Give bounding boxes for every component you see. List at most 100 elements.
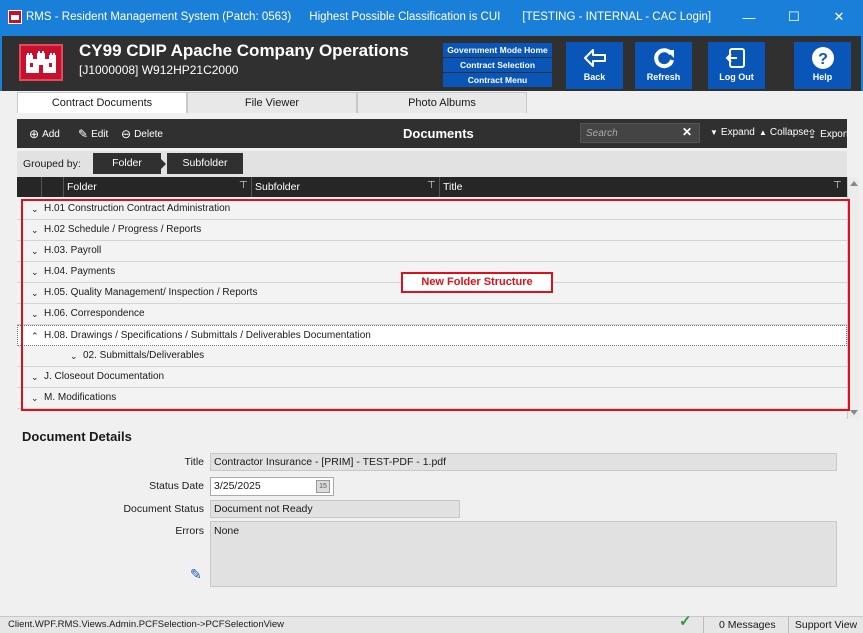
tab-photo-albums[interactable]: Photo Albums bbox=[357, 92, 527, 113]
delete-button[interactable]: ⊖ Delete bbox=[121, 127, 163, 141]
group-row[interactable]: ⌄ M. Modifications bbox=[17, 388, 847, 409]
calendar-icon[interactable]: 15 bbox=[316, 480, 330, 493]
annotation-callout: New Folder Structure bbox=[401, 272, 553, 293]
contract-id: [J1000008] W912HP21C2000 bbox=[79, 63, 239, 77]
chevron-down-icon[interactable]: ⌄ bbox=[31, 367, 39, 387]
window-titlebar: RMS - Resident Management System (Patch:… bbox=[0, 0, 863, 34]
group-row-label: H.02 Schedule / Progress / Reports bbox=[44, 224, 202, 235]
chevron-up-icon[interactable]: ⌃ bbox=[31, 326, 39, 346]
grouped-by-label: Grouped by: bbox=[23, 158, 81, 170]
document-status-field: Document not Ready bbox=[210, 500, 460, 518]
expand-label: Expand bbox=[720, 127, 755, 138]
classification-text: Highest Possible Classification is CUI bbox=[309, 11, 501, 23]
edit-button[interactable]: ✎ Edit bbox=[78, 127, 108, 141]
group-row[interactable]: ⌄ H.01 Construction Contract Administrati… bbox=[17, 199, 847, 220]
edit-icon: ✎ bbox=[78, 127, 89, 141]
back-button[interactable]: Back bbox=[566, 42, 623, 89]
chevron-down-icon[interactable]: ⌄ bbox=[31, 283, 39, 303]
documents-toolbar: ⊕Add ✎Edit ⊖Delete Documents ✕ ▼Expand ▲… bbox=[17, 119, 849, 148]
back-arrow-icon bbox=[566, 42, 623, 74]
status-bar: Client.WPF.RMS.Views.Admin.PCFSelection-… bbox=[0, 614, 863, 633]
title-filter-icon[interactable]: ⊤ bbox=[833, 180, 842, 191]
folder-filter-icon[interactable]: ⊤ bbox=[239, 180, 248, 191]
maximize-button[interactable]: ☐ bbox=[772, 0, 816, 34]
castle-logo-icon bbox=[19, 44, 63, 81]
gov-mode-home-link[interactable]: Government Mode Home bbox=[443, 43, 552, 57]
subfolder-filter-icon[interactable]: ⊤ bbox=[427, 180, 436, 191]
environment-text: [TESTING - INTERNAL - CAC Login] bbox=[522, 11, 712, 23]
logout-button[interactable]: Log Out bbox=[708, 42, 765, 89]
refresh-icon bbox=[635, 42, 692, 74]
view-path-text: Client.WPF.RMS.Views.Admin.PCFSelection-… bbox=[8, 619, 285, 630]
subgroup-row[interactable]: ⌄ 02. Submittals/Deliverables bbox=[17, 346, 847, 367]
column-header-title[interactable]: Title bbox=[439, 177, 847, 197]
group-row[interactable]: ⌄ H.02 Schedule / Progress / Reports bbox=[17, 220, 847, 241]
chevron-down-icon[interactable]: ⌄ bbox=[31, 388, 39, 408]
group-chip-folder[interactable]: Folder bbox=[93, 153, 161, 174]
app-header: CY99 CDIP Apache Company Operations [J10… bbox=[0, 34, 863, 91]
chevron-down-icon[interactable]: ⌄ bbox=[31, 262, 39, 282]
chevron-down-icon[interactable]: ⌄ bbox=[31, 199, 39, 219]
group-row-label: H.03. Payroll bbox=[44, 245, 102, 256]
column-header-folder[interactable]: Folder bbox=[63, 177, 251, 197]
tab-strip: Contract Documents File Viewer Photo Alb… bbox=[17, 92, 527, 113]
messages-indicator[interactable]: 0 Messages bbox=[703, 617, 791, 633]
contract-menu-link[interactable]: Contract Menu bbox=[443, 73, 552, 87]
group-row-label: J. Closeout Documentation bbox=[44, 371, 165, 382]
document-status-label: Document Status bbox=[123, 503, 204, 515]
refresh-button[interactable]: Refresh bbox=[635, 42, 692, 89]
status-date-field[interactable]: 3/25/2025 15 bbox=[210, 477, 334, 496]
expand-button[interactable]: ▼ Expand bbox=[710, 127, 755, 138]
group-arrow-icon bbox=[161, 159, 166, 169]
group-row[interactable]: ⌄ J. Closeout Documentation bbox=[17, 367, 847, 388]
group-row-label: H.06. Correspondence bbox=[44, 308, 145, 319]
errors-label: Errors bbox=[175, 525, 204, 537]
export-button[interactable]: ⇪ Export bbox=[807, 127, 849, 141]
grid-indent-col bbox=[17, 177, 29, 197]
help-label: Help bbox=[812, 72, 833, 82]
chevron-down-icon[interactable]: ⌄ bbox=[31, 304, 39, 324]
documents-title: Documents bbox=[403, 126, 474, 141]
group-row[interactable]: ⌄ H.06. Correspondence bbox=[17, 304, 847, 325]
tab-file-viewer[interactable]: File Viewer bbox=[187, 92, 357, 113]
group-row-label: M. Modifications bbox=[44, 392, 117, 403]
collapse-label: Collapse bbox=[769, 127, 809, 138]
tab-contract-documents[interactable]: Contract Documents bbox=[17, 92, 187, 113]
scroll-down-icon[interactable] bbox=[850, 410, 858, 415]
help-icon: ? bbox=[794, 42, 851, 74]
grid-scrollbar[interactable] bbox=[847, 177, 859, 419]
grid-body: ⌄ H.01 Construction Contract Administrati… bbox=[17, 199, 847, 409]
group-chip-subfolder[interactable]: Subfolder bbox=[167, 153, 243, 174]
status-date-label: Status Date bbox=[149, 480, 204, 492]
edit-label: Edit bbox=[91, 128, 109, 140]
group-row-label: H.08. Drawings / Specifications / Submit… bbox=[44, 330, 371, 341]
collapse-button[interactable]: ▲ Collapse bbox=[759, 127, 809, 138]
group-row[interactable]: ⌄ H.03. Payroll bbox=[17, 241, 847, 262]
group-row-label: H.01 Construction Contract Administratio… bbox=[44, 203, 231, 214]
clear-search-icon[interactable]: ✕ bbox=[682, 125, 692, 139]
expand-icon: ▼ bbox=[710, 128, 718, 137]
subgroup-row-label: 02. Submittals/Deliverables bbox=[83, 350, 205, 361]
contract-selection-link[interactable]: Contract Selection bbox=[443, 58, 552, 72]
group-row-selected[interactable]: ⌃ H.08. Drawings / Specifications / Submi… bbox=[17, 325, 847, 346]
group-by-bar: Grouped by: Folder Subfolder bbox=[17, 151, 847, 177]
scroll-up-icon[interactable] bbox=[850, 181, 858, 186]
support-view-button[interactable]: Support View bbox=[788, 617, 863, 633]
column-header-subfolder[interactable]: Subfolder bbox=[251, 177, 451, 197]
grid-header: Folder ⊤ Subfolder ⊤ Title ⊤ bbox=[17, 177, 847, 197]
export-label: Export bbox=[820, 128, 849, 140]
add-button[interactable]: ⊕ Add bbox=[29, 127, 60, 141]
collapse-icon: ▲ bbox=[759, 128, 767, 137]
edit-pencil-icon[interactable]: ✎ bbox=[190, 566, 202, 583]
chevron-down-icon[interactable]: ⌄ bbox=[70, 346, 78, 366]
chevron-down-icon[interactable]: ⌄ bbox=[31, 220, 39, 240]
svg-text:?: ? bbox=[818, 51, 828, 68]
logout-icon bbox=[708, 42, 765, 74]
minimize-button[interactable]: — bbox=[727, 0, 771, 34]
group-row-label: H.05. Quality Management/ Inspection / R… bbox=[44, 287, 258, 298]
close-window-button[interactable]: ✕ bbox=[817, 0, 861, 34]
help-button[interactable]: ? Help bbox=[794, 42, 851, 89]
delete-label: Delete bbox=[134, 128, 163, 140]
chevron-down-icon[interactable]: ⌄ bbox=[31, 241, 39, 261]
window-title: RMS - Resident Management System (Patch:… bbox=[26, 11, 292, 23]
